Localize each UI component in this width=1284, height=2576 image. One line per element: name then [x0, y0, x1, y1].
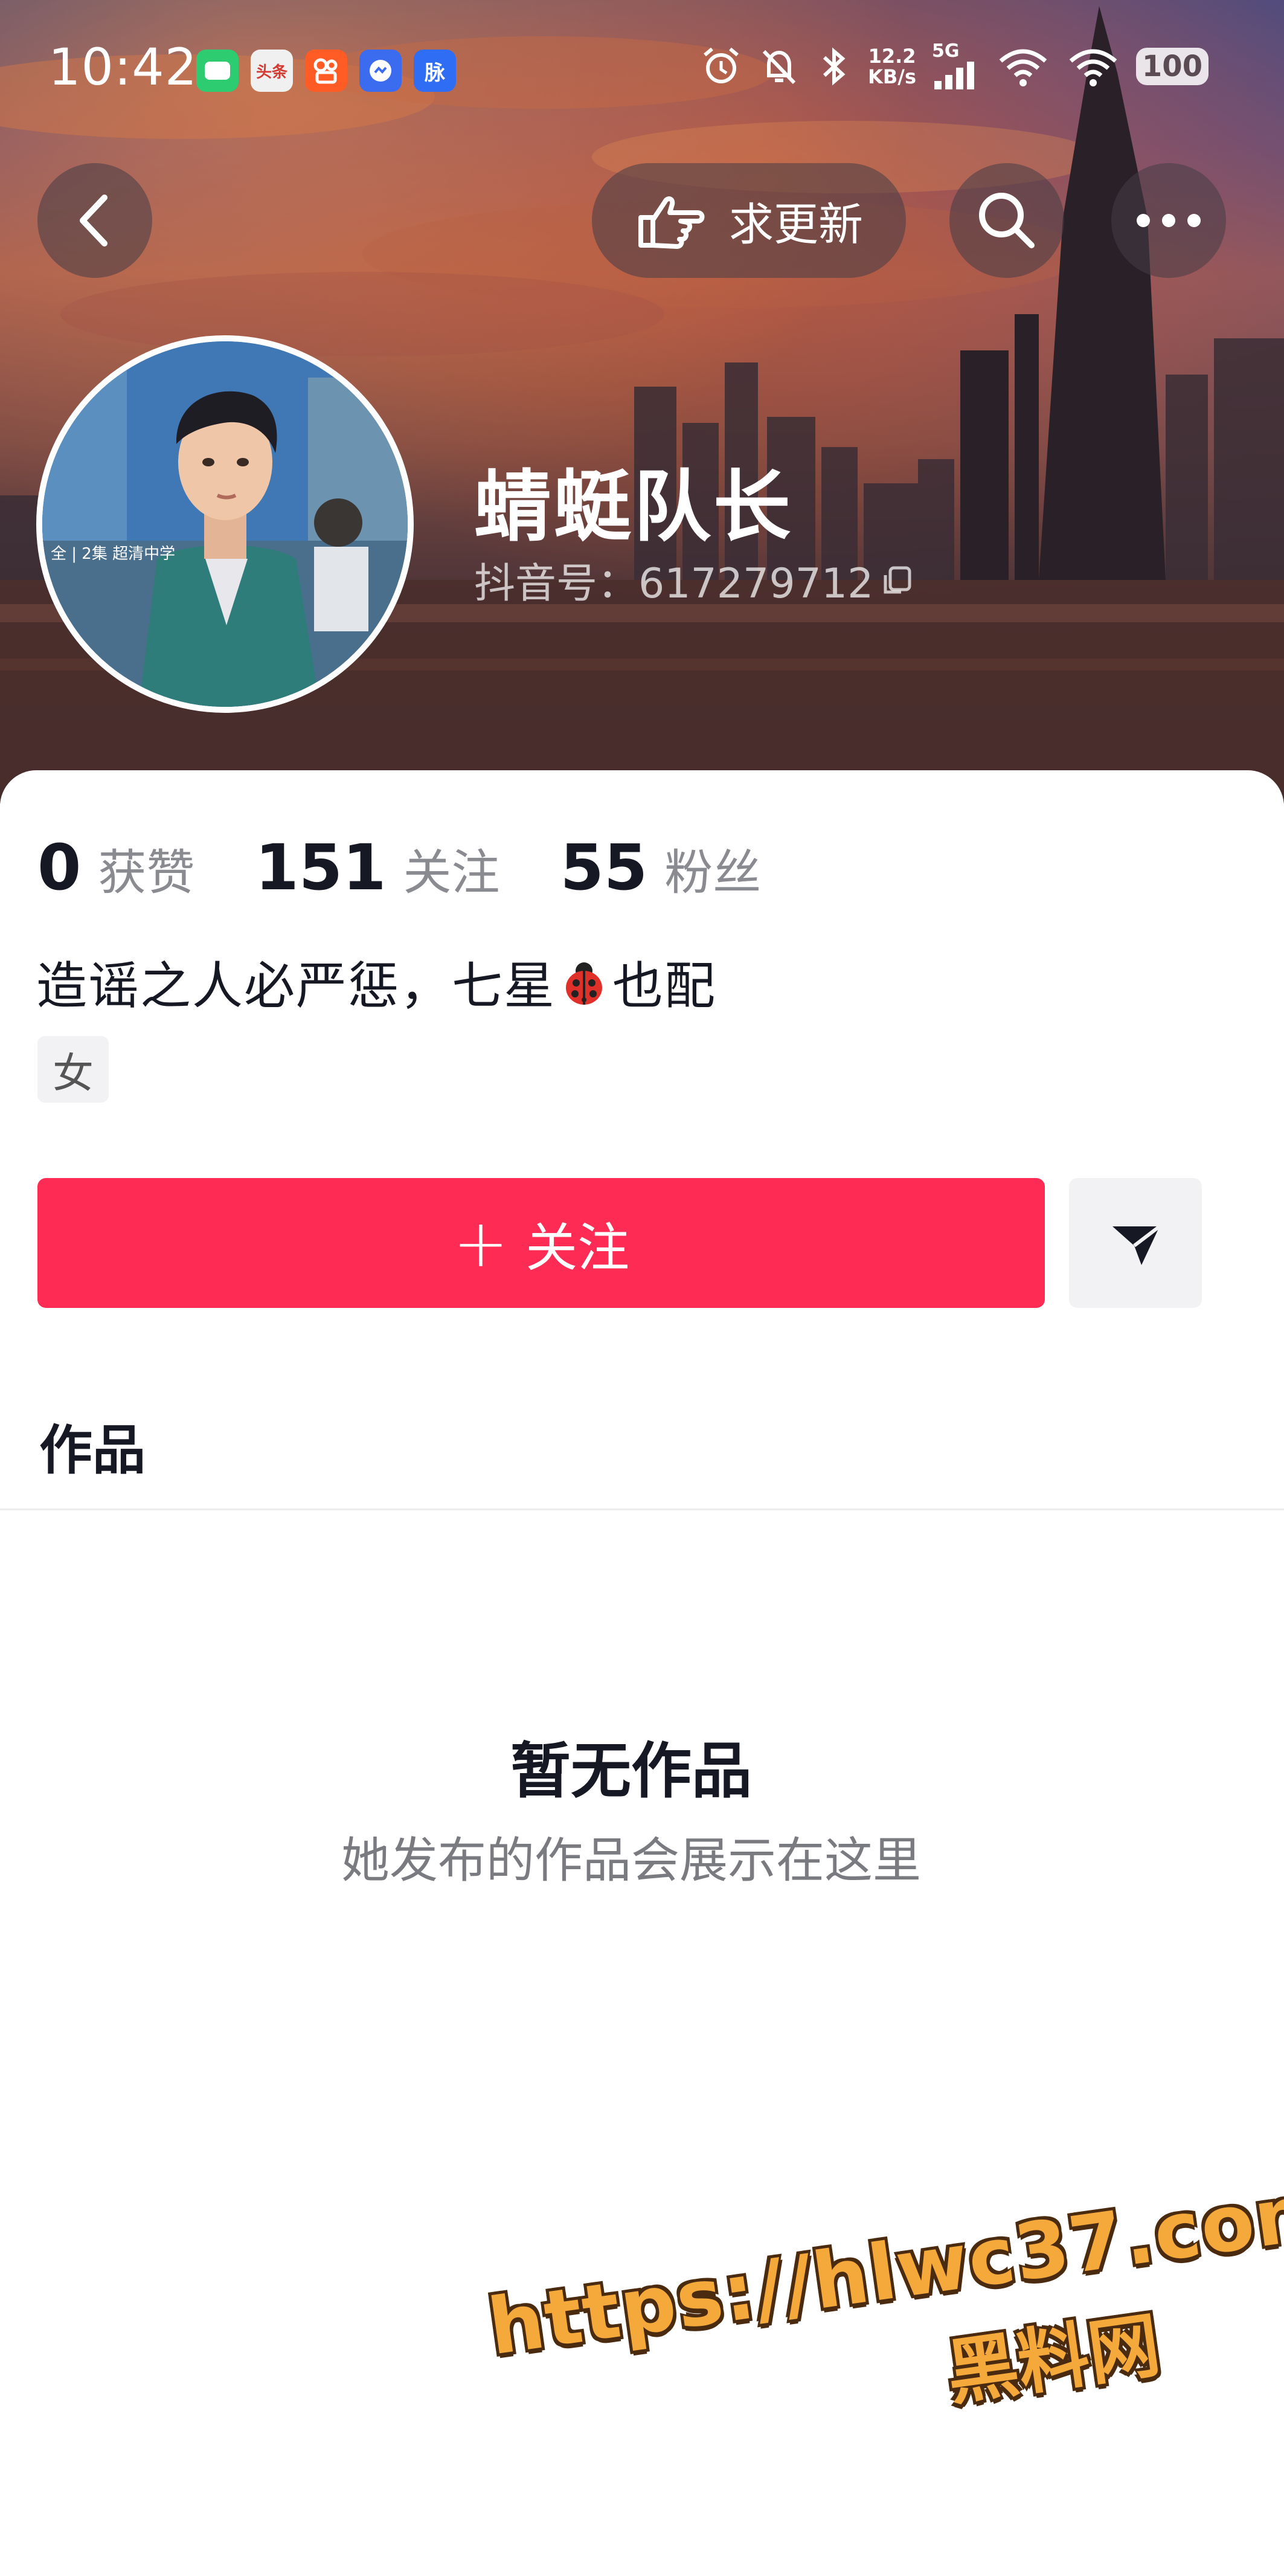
request-update-button[interactable]: 求更新: [592, 163, 906, 278]
chat-app-icon: [359, 50, 402, 92]
cell-signal-icon: 5G: [932, 42, 980, 91]
profile-page: 10:42 头条 脉 12.2 KB/s 5G 100 求更新 全 | 2集 超…: [0, 0, 1284, 2576]
message-app-icon: [196, 50, 239, 92]
avatar-image: 全 | 2集 超清中学: [42, 341, 408, 707]
paper-plane-icon: [1112, 1225, 1161, 1265]
plus-icon: +: [452, 1204, 509, 1282]
tab-divider: [0, 1509, 1284, 1510]
net-speed: 12.2 KB/s: [868, 45, 916, 88]
stat-following[interactable]: 151 关注: [255, 831, 499, 904]
empty-state-subtitle: 她发布的作品会展示在这里: [341, 1832, 921, 1889]
chevron-left-icon: [80, 195, 108, 246]
follow-label: 关注: [525, 1218, 630, 1278]
profile-name: 蜻蜓队长: [474, 462, 794, 552]
search-button[interactable]: [949, 163, 1064, 278]
stat-likes[interactable]: 0 获赞: [37, 831, 194, 904]
follow-button[interactable]: + 关注: [37, 1178, 1045, 1308]
profile-bio: 造谣之人必严惩，七星 也配: [36, 945, 716, 1019]
empty-state-title: 暂无作品: [510, 1736, 752, 1806]
tab-works[interactable]: 作品: [39, 1408, 146, 1484]
notification-app-icons: 头条 脉: [196, 50, 456, 92]
copy-icon[interactable]: [879, 562, 916, 598]
profile-stats: 0 获赞 151 关注 55 粉丝: [37, 831, 821, 904]
wifi-icon-2: [1069, 49, 1117, 86]
send-message-button[interactable]: [1069, 1178, 1202, 1308]
more-options-button[interactable]: [1111, 163, 1226, 278]
stat-followers-label: 粉丝: [664, 845, 762, 901]
ladybug-icon: [566, 962, 603, 1005]
profile-id-text: 抖音号：617279712: [474, 560, 874, 608]
alarm-icon: [704, 47, 739, 83]
profile-id[interactable]: 抖音号：617279712: [474, 550, 916, 610]
status-bar: 10:42 头条 脉 12.2 KB/s 5G 100: [0, 0, 1284, 139]
status-right-icons: 12.2 KB/s 5G 100: [700, 42, 1209, 91]
maimai-app-icon: 脉: [414, 50, 456, 92]
battery-indicator: 100: [1136, 48, 1209, 85]
request-update-label: 求更新: [729, 198, 863, 251]
status-time: 10:42: [48, 37, 198, 97]
stat-followers-value: 55: [560, 831, 648, 904]
stat-likes-label: 获赞: [98, 845, 195, 901]
pointing-hand-icon: [638, 196, 705, 249]
search-icon: [979, 193, 1035, 248]
toutiao-app-icon: 头条: [251, 50, 293, 92]
gender-tag: 女: [37, 1036, 109, 1103]
back-button[interactable]: [37, 163, 152, 278]
stat-following-label: 关注: [403, 845, 500, 901]
stat-likes-value: 0: [37, 831, 82, 904]
stat-following-value: 151: [255, 831, 387, 904]
wifi-icon: [999, 49, 1047, 86]
bluetooth-icon: [823, 47, 846, 86]
avatar-caption: 全 | 2集 超清中学: [51, 545, 175, 563]
bio-text-after: 也配: [612, 956, 717, 1016]
mute-bell-icon: [762, 50, 796, 85]
avatar[interactable]: 全 | 2集 超清中学: [36, 335, 414, 713]
kuaishou-app-icon: [305, 50, 347, 92]
more-dots-icon: [1137, 214, 1201, 227]
stat-followers[interactable]: 55 粉丝: [560, 831, 761, 904]
bio-text-before: 造谣之人必严惩，七星: [36, 956, 556, 1016]
